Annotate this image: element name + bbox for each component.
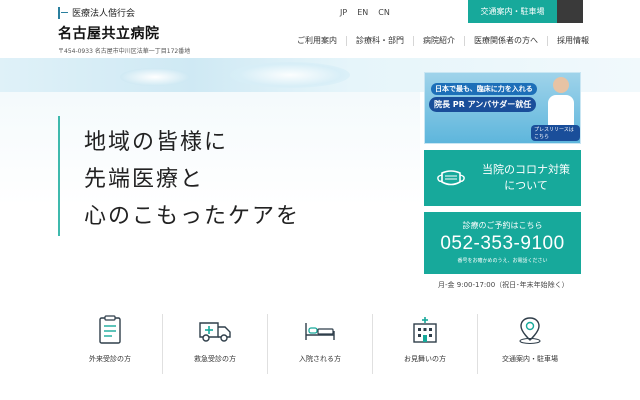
reservation-note: 番号をお確かめのうえ、お電話ください — [457, 258, 548, 264]
quicknav-access[interactable]: 交通案内・駐車場 — [477, 314, 582, 374]
lang-en[interactable]: EN — [357, 8, 368, 17]
nav-item-medical-professionals[interactable]: 医療関係者の方へ — [464, 36, 547, 46]
quicknav-label: 外来受診の方 — [89, 355, 131, 363]
ambulance-icon — [198, 314, 232, 346]
hero-accent-line — [58, 116, 60, 236]
quicknav-label: 救急受診の方 — [194, 355, 236, 363]
lang-cn[interactable]: CN — [378, 8, 390, 17]
quicknav-outpatient[interactable]: 外来受診の方 — [58, 314, 162, 374]
corona-subtitle: について — [504, 179, 548, 192]
hero-line-2: 先端医療と — [84, 167, 205, 192]
quicknav-emergency[interactable]: 救急受診の方 — [162, 314, 267, 374]
clipboard-icon — [93, 314, 127, 346]
corp-name: 医療法人偕行会 — [72, 9, 136, 19]
business-hours: 月-金 9:00-17:00（祝日･年末年始除く） — [438, 281, 569, 289]
nav-item-guide[interactable]: ご利用案内 — [288, 36, 346, 46]
hero-line-1: 地域の皆様に — [84, 130, 229, 155]
pr-banner-badge: プレスリリースはこちら — [531, 125, 580, 141]
mask-icon — [437, 170, 465, 186]
quicknav-visitors[interactable]: お見舞いの方 — [372, 314, 477, 374]
map-pin-icon — [513, 314, 547, 346]
quick-nav: 外来受診の方 救急受診の方 入院される方 お見舞いの方 交通案内・駐車場 — [58, 314, 582, 374]
nav-item-departments[interactable]: 診療科・部門 — [346, 36, 413, 46]
pr-ambassador-banner[interactable]: 日本で最も、臨床に力を入れる 院長 PR アンバサダー就任 プレスリリースはこち… — [424, 72, 581, 144]
hero-catchcopy: 地域の皆様に 先端医療と 心のこもったケアを — [84, 124, 300, 235]
quicknav-admission[interactable]: 入院される方 — [267, 314, 372, 374]
quicknav-label: お見舞いの方 — [404, 355, 446, 363]
site-header: 医療法人偕行会 名古屋共立病院 〒454-0933 名古屋市中川区法華一丁目17… — [0, 0, 640, 58]
hero-line-3: 心のこもったケアを — [84, 204, 301, 229]
pr-banner-line1: 日本で最も、臨床に力を入れる — [431, 83, 537, 95]
reservation-banner[interactable]: 診療のご予約はこちら 052-353-9100 番号をお確かめのうえ、お電話くだ… — [424, 212, 581, 274]
quicknav-label: 入院される方 — [299, 355, 341, 363]
logo[interactable]: 医療法人偕行会 名古屋共立病院 〒454-0933 名古屋市中川区法華一丁目17… — [58, 6, 190, 55]
language-switcher: JP EN CN — [340, 8, 390, 17]
pr-banner-line2: 院長 PR アンバサダー就任 — [429, 97, 537, 112]
hospital-address: 〒454-0933 名古屋市中川区法華一丁目172番地 — [58, 48, 191, 55]
logo-mark-icon — [58, 6, 68, 19]
reservation-phone[interactable]: 052-353-9100 — [424, 233, 581, 255]
bed-icon — [303, 314, 337, 346]
hospital-name: 名古屋共立病院 — [58, 26, 160, 42]
quicknav-label: 交通案内・駐車場 — [502, 355, 558, 363]
nav-item-recruit[interactable]: 採用情報 — [547, 36, 598, 46]
reservation-title: 診療のご予約はこちら — [462, 221, 543, 230]
access-parking-button[interactable]: 交通案内・駐車場 — [468, 0, 557, 23]
corona-measures-banner[interactable]: 当院のコロナ対策 について — [424, 150, 581, 206]
lang-jp[interactable]: JP — [340, 8, 347, 17]
menu-button[interactable] — [557, 0, 583, 23]
global-nav: ご利用案内 診療科・部門 病院紹介 医療関係者の方へ 採用情報 — [288, 36, 598, 46]
hospital-icon — [408, 314, 442, 346]
nav-item-about[interactable]: 病院紹介 — [413, 36, 464, 46]
corona-title: 当院のコロナ対策 — [482, 163, 570, 176]
